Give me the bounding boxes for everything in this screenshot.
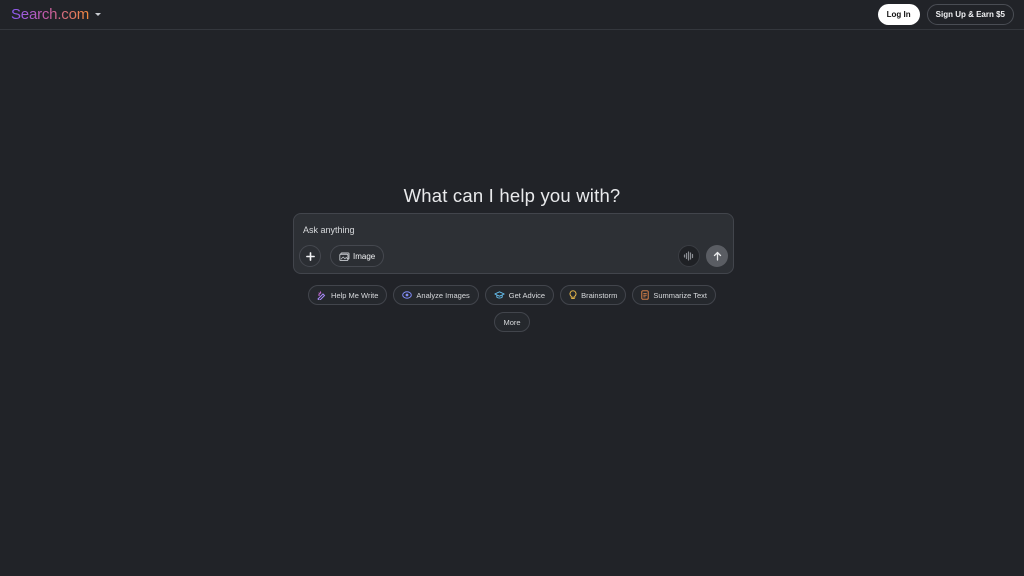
chip-get-advice[interactable]: Get Advice <box>484 285 555 305</box>
login-button[interactable]: Log In <box>877 4 920 25</box>
chat-composer: Image <box>293 213 734 274</box>
prompt-input[interactable] <box>303 223 703 237</box>
top-bar: Search.com Log In Sign Up & Earn $5 <box>0 0 1024 30</box>
arrow-up-icon <box>713 251 722 261</box>
graduation-cap-icon <box>494 291 505 299</box>
document-icon <box>641 290 649 300</box>
image-button-label: Image <box>353 251 376 261</box>
logo-menu[interactable]: Search.com <box>11 6 102 23</box>
add-attachment-button[interactable] <box>299 245 321 267</box>
more-row: More <box>0 312 1024 332</box>
image-icon <box>339 251 350 261</box>
chip-summarize-text[interactable]: Summarize Text <box>632 285 716 305</box>
more-button[interactable]: More <box>494 312 530 332</box>
plus-icon <box>305 251 315 261</box>
signup-button[interactable]: Sign Up & Earn $5 <box>926 4 1014 25</box>
logo: Search.com <box>11 6 90 23</box>
chip-analyze-images[interactable]: Analyze Images <box>393 285 479 305</box>
waveform-icon <box>683 251 695 261</box>
pen-sparkle-icon <box>317 290 327 300</box>
chip-label: Brainstorm <box>581 290 618 300</box>
lightbulb-icon <box>569 290 577 300</box>
page-title: What can I help you with? <box>403 185 621 206</box>
chip-label: Help Me Write <box>331 290 379 300</box>
chip-label: Analyze Images <box>416 290 470 300</box>
suggestion-chips: Help Me Write Analyze Images Get Advice … <box>0 285 1024 305</box>
chip-label: Summarize Text <box>653 290 707 300</box>
eye-icon <box>402 291 413 299</box>
voice-button[interactable] <box>678 245 700 267</box>
chip-brainstorm[interactable]: Brainstorm <box>560 285 627 305</box>
chevron-down-icon <box>95 13 102 16</box>
image-button[interactable]: Image <box>330 245 385 267</box>
chip-label: Get Advice <box>508 290 546 300</box>
send-button[interactable] <box>706 245 728 267</box>
chip-help-me-write[interactable]: Help Me Write <box>308 285 388 305</box>
auth-buttons: Log In Sign Up & Earn $5 <box>877 4 1014 25</box>
